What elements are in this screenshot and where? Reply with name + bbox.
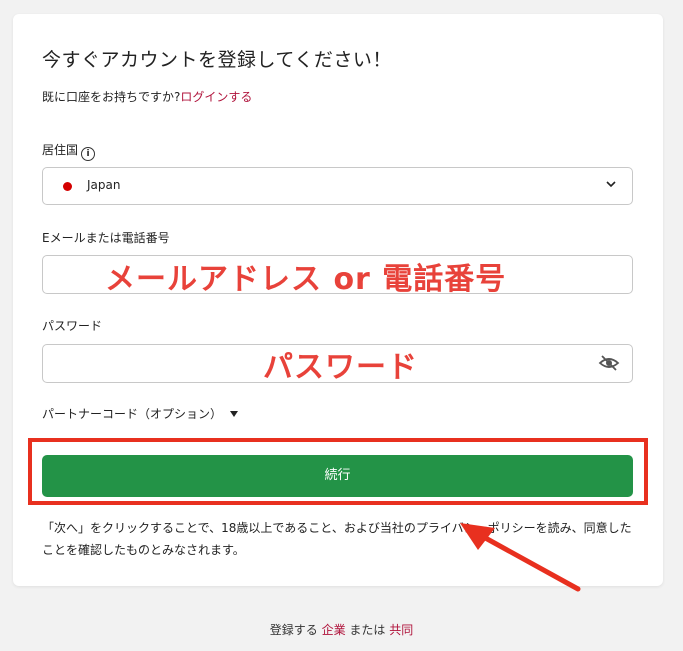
japan-flag-icon [63, 182, 72, 191]
continue-button[interactable]: 続行 [42, 455, 633, 497]
page-title: 今すぐアカウントを登録してください！ [42, 49, 392, 71]
country-select[interactable]: Japan [42, 167, 633, 205]
footer-middle: または [349, 623, 386, 637]
email-label: Eメールまたは電話番号 [42, 231, 170, 245]
login-prompt: 既に口座をお持ちですか?ログインする [42, 88, 252, 105]
country-select-value: Japan [87, 178, 121, 192]
password-annotation: パスワード [263, 350, 418, 385]
registration-card: 今すぐアカウントを登録してください！ 既に口座をお持ちですか?ログインする 居住… [13, 14, 663, 586]
email-annotation: メールアドレス or 電話番号 [105, 262, 507, 297]
info-icon[interactable]: i [81, 147, 96, 161]
corporate-link[interactable]: 企業 [322, 623, 346, 637]
residence-label-text: 居住国 [42, 143, 79, 157]
residence-label: 居住国 i [42, 141, 96, 161]
caret-down-icon [230, 411, 239, 417]
footer-prefix: 登録する [269, 623, 318, 637]
partner-code-toggle[interactable]: パートナーコード（オプション） [42, 405, 239, 422]
partner-code-label: パートナーコード（オプション） [42, 407, 223, 421]
login-link[interactable]: ログインする [180, 90, 252, 104]
chevron-down-icon [606, 181, 616, 188]
password-label: パスワード [42, 319, 103, 333]
footer: 登録する 企業 または 共同 [0, 621, 683, 638]
login-prompt-text: 既に口座をお持ちですか? [42, 90, 181, 104]
disclaimer-text: 「次へ」をクリックすることで、18歳以上であること、および当社のプライバシーポリ… [42, 521, 632, 557]
joint-link[interactable]: 共同 [389, 623, 413, 637]
eye-off-icon[interactable] [598, 354, 620, 372]
